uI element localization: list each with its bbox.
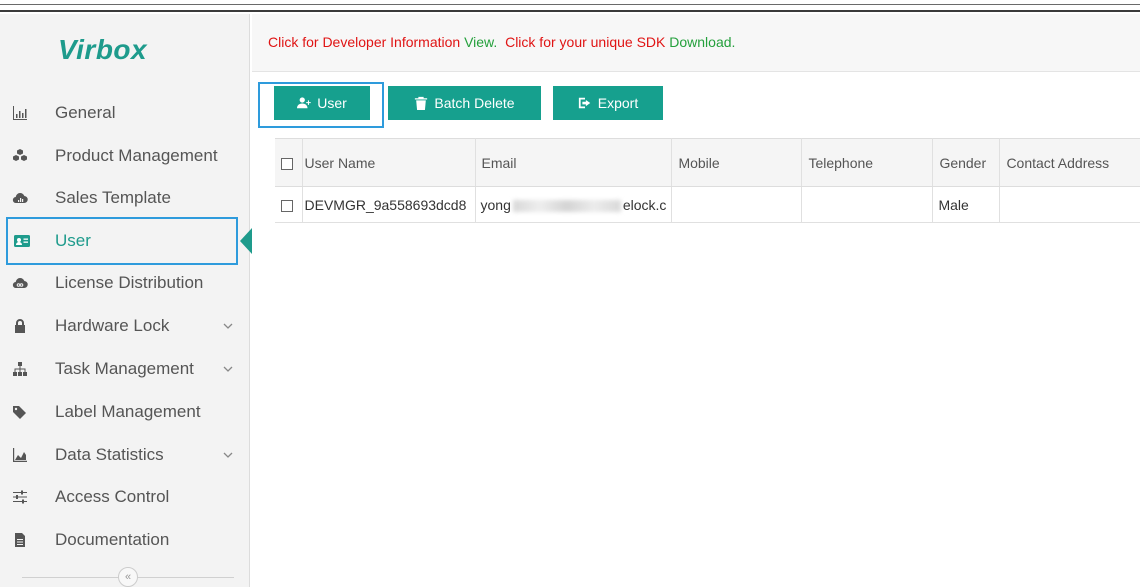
row-checkbox[interactable] <box>281 199 293 212</box>
cloud-chart-icon <box>11 189 29 207</box>
table-row[interactable]: DEVMGR_9a558693dcd8 yong elock.c Male <box>275 186 1140 223</box>
bar-chart-icon <box>11 104 29 122</box>
active-indicator <box>240 228 252 254</box>
collapse-sidebar-button[interactable]: « <box>118 567 138 587</box>
sidebar-item-label: Task Management <box>55 359 194 378</box>
sidebar-item-label: Access Control <box>55 487 170 506</box>
table-header-row: User Name Email Mobile Telephone Gender … <box>275 138 1140 187</box>
cell-telephone <box>801 186 934 223</box>
trash-icon <box>415 96 428 110</box>
batch-delete-button[interactable]: Batch Delete <box>388 86 541 120</box>
column-telephone[interactable]: Telephone <box>801 138 934 187</box>
sidebar: Virbox General Product Management Sales … <box>0 14 252 587</box>
cell-email: yong elock.c <box>475 186 673 223</box>
add-user-label: User <box>317 95 347 111</box>
sitemap-icon <box>11 360 29 378</box>
sidebar-item-label: Hardware Lock <box>55 316 170 335</box>
info-text: Click for Developer Information View. Cl… <box>268 34 735 50</box>
sidebar-item-sales-template[interactable]: Sales Template <box>0 177 250 219</box>
select-all-checkbox[interactable] <box>281 157 293 170</box>
sidebar-item-access-control[interactable]: Access Control <box>0 476 250 518</box>
sidebar-item-documentation[interactable]: Documentation <box>0 519 250 561</box>
developer-info-bar: Click for Developer Information View. Cl… <box>252 14 1140 72</box>
batch-delete-label: Batch Delete <box>434 95 515 111</box>
view-link[interactable]: View. <box>464 34 497 50</box>
sidebar-item-label: General <box>55 103 116 122</box>
window-top-border <box>0 0 1140 12</box>
sidebar-item-label: Sales Template <box>55 188 171 207</box>
area-chart-icon <box>11 446 29 464</box>
column-mobile[interactable]: Mobile <box>671 138 803 187</box>
sdk-info-text: Click for your unique SDK <box>505 34 666 50</box>
user-card-icon <box>13 232 31 250</box>
tags-icon <box>11 403 29 421</box>
cell-gender: Male <box>932 186 1001 223</box>
column-gender[interactable]: Gender <box>932 138 1001 187</box>
chevron-down-icon <box>221 448 235 462</box>
sidebar-item-label: Data Statistics <box>55 445 164 464</box>
column-user-name[interactable]: User Name <box>302 138 476 187</box>
sidebar-item-label: User <box>55 231 91 250</box>
add-user-icon <box>297 97 311 109</box>
email-redaction <box>512 199 621 212</box>
developer-info-text: Click for Developer Information <box>268 34 461 50</box>
export-label: Export <box>597 95 639 111</box>
chevron-down-icon <box>221 319 235 333</box>
cubes-icon <box>11 147 29 165</box>
sidebar-item-hardware-lock[interactable]: Hardware Lock <box>0 305 250 347</box>
sidebar-item-license-distribution[interactable]: License Distribution <box>0 262 250 304</box>
sliders-icon <box>11 488 29 506</box>
select-all-cell <box>275 138 303 187</box>
sidebar-item-label-management[interactable]: Label Management <box>0 391 250 433</box>
sidebar-item-label: License Distribution <box>55 273 204 292</box>
sidebar-item-task-management[interactable]: Task Management <box>0 348 250 390</box>
row-select-cell <box>275 186 303 223</box>
sidebar-item-general[interactable]: General <box>0 92 250 134</box>
sidebar-item-user[interactable]: User <box>6 217 238 265</box>
sidebar-item-label: Product Management <box>55 146 218 165</box>
lock-icon <box>11 317 29 335</box>
export-icon <box>578 97 591 109</box>
add-user-button[interactable]: User <box>274 86 370 120</box>
chevron-down-icon <box>221 362 235 376</box>
user-table: User Name Email Mobile Telephone Gender … <box>275 138 1140 223</box>
cell-user-name: DEVMGR_9a558693dcd8 <box>302 186 476 223</box>
sidebar-item-data-statistics[interactable]: Data Statistics <box>0 434 250 476</box>
sidebar-item-product-management[interactable]: Product Management <box>0 135 250 177</box>
cell-contact-address <box>999 186 1140 223</box>
export-button[interactable]: Export <box>553 86 663 120</box>
column-contact-address[interactable]: Contact Address <box>999 138 1140 187</box>
cloud-icon <box>11 274 29 292</box>
column-email[interactable]: Email <box>475 138 673 187</box>
file-icon <box>11 531 29 549</box>
download-link[interactable]: Download. <box>669 34 735 50</box>
app-logo: Virbox <box>58 34 148 65</box>
cell-mobile <box>671 186 803 223</box>
sidebar-item-label: Documentation <box>55 530 170 549</box>
sidebar-item-label: Label Management <box>55 402 201 421</box>
email-prefix: yong <box>480 196 511 213</box>
email-suffix: elock.c <box>622 196 667 213</box>
